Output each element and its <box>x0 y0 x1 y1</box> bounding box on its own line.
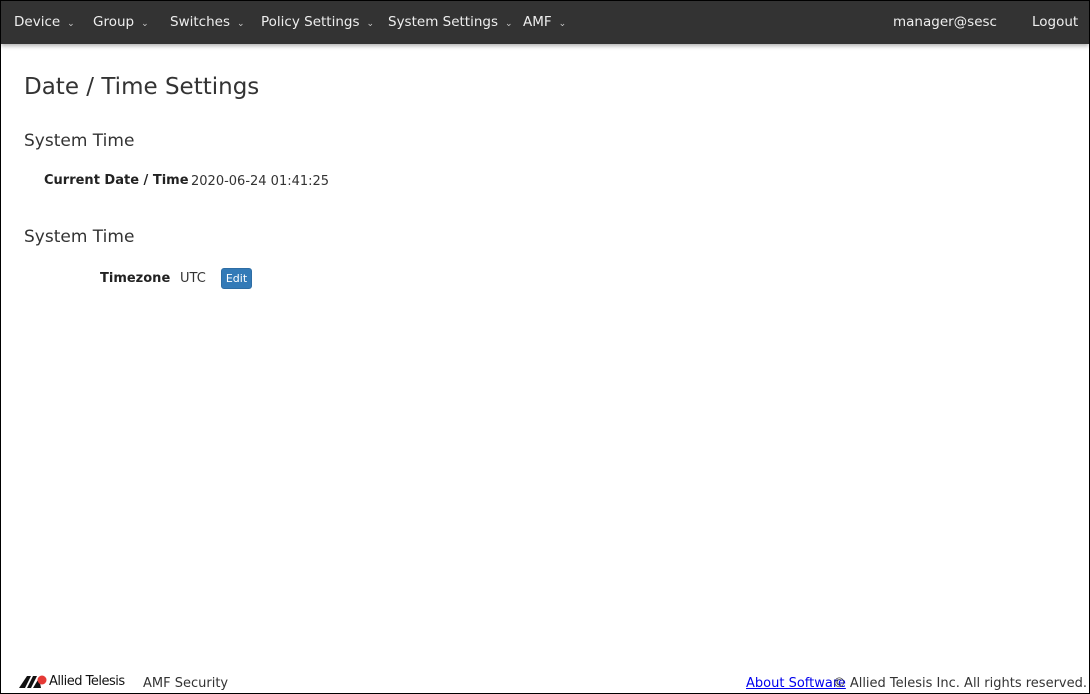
nav-system-settings[interactable]: System Settings ⌄ <box>388 14 513 30</box>
nav-label: Policy Settings <box>261 14 360 30</box>
nav-switches[interactable]: Switches ⌄ <box>170 14 245 30</box>
nav-label: System Settings <box>388 14 499 30</box>
page-title: Date / Time Settings <box>24 74 260 100</box>
nav-device[interactable]: Device ⌄ <box>14 14 75 30</box>
section-heading: System Time <box>24 227 135 247</box>
nav-label: Switches <box>170 14 230 30</box>
top-navbar: Device ⌄ Group ⌄ Switches ⌄ Policy Settings… <box>1 1 1089 44</box>
logout-link[interactable]: Logout <box>1032 14 1078 30</box>
allied-telesis-logo <box>19 674 47 692</box>
chevron-down-icon: ⌄ <box>558 19 567 29</box>
nav-group[interactable]: Group ⌄ <box>93 14 149 30</box>
chevron-down-icon: ⌄ <box>141 19 149 29</box>
nav-label: AMF <box>523 14 552 30</box>
brand-name: Allied Telesis <box>49 674 125 689</box>
section-heading: System Time <box>24 131 135 151</box>
chevron-down-icon: ⌄ <box>505 19 513 29</box>
nav-label: Device <box>14 14 61 30</box>
chevron-down-icon: ⌄ <box>236 19 245 29</box>
edit-timezone-button[interactable]: Edit <box>221 268 252 289</box>
product-name: AMF Security <box>143 676 229 691</box>
footer: Allied Telesis AMF Security About Softwa… <box>1 673 1089 693</box>
timezone-label: Timezone <box>100 271 171 286</box>
current-datetime-value: 2020-06-24 01:41:25 <box>191 174 330 189</box>
copyright: © Allied Telesis Inc. All rights reserve… <box>832 676 1087 691</box>
nav-amf[interactable]: AMF ⌄ <box>523 14 566 30</box>
current-datetime-label: Current Date / Time <box>44 173 189 188</box>
chevron-down-icon: ⌄ <box>366 19 375 29</box>
about-software-link[interactable]: About Software <box>746 676 846 691</box>
timezone-value: UTC <box>180 271 206 286</box>
chevron-down-icon: ⌄ <box>67 19 75 29</box>
nav-label: Group <box>93 14 135 30</box>
user-menu[interactable]: manager@sesc <box>893 14 997 30</box>
nav-policy-settings[interactable]: Policy Settings ⌄ <box>261 14 374 30</box>
